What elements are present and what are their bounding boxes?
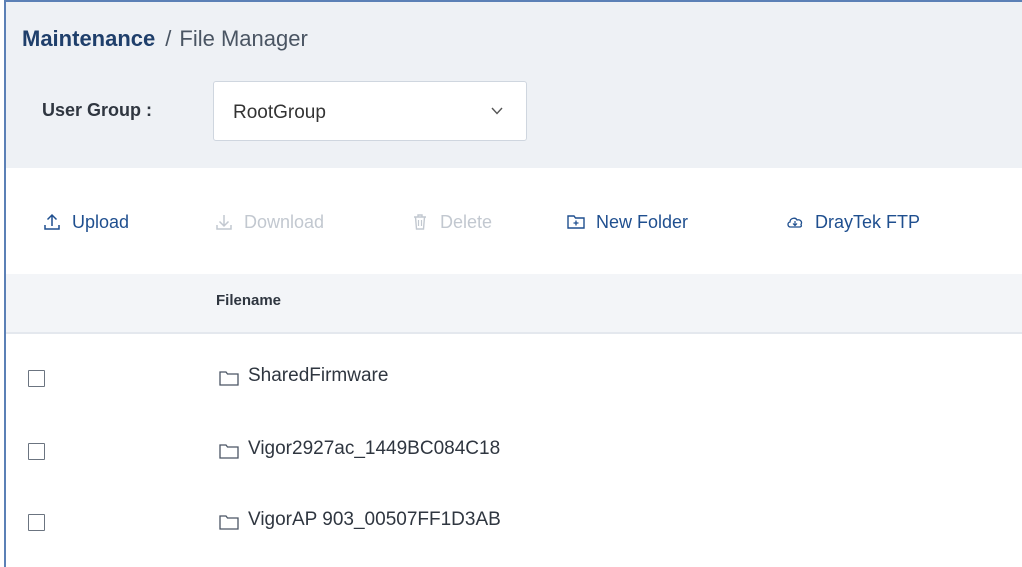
table-row[interactable]: Vigor2927ac_1449BC084C18 [6,421,1022,481]
delete-label: Delete [440,211,493,232]
download-button[interactable]: Download [214,202,324,242]
new-folder-button[interactable]: New Folder [566,202,688,242]
user-group-select[interactable]: RootGroup [213,81,527,141]
delete-button[interactable]: Delete [410,202,492,242]
file-toolbar: Upload Download Delete New Folder DrayTe… [6,202,1022,242]
row-filename[interactable]: Vigor2927ac_1449BC084C18 [248,438,500,460]
download-label: Download [244,211,325,232]
draytek-ftp-label: DrayTek FTP [815,211,921,232]
row-checkbox[interactable] [28,514,45,531]
folder-icon [219,371,239,386]
upload-icon [44,213,60,230]
upload-button[interactable]: Upload [42,202,129,242]
breadcrumb-root[interactable]: Maintenance [22,26,155,51]
row-checkbox[interactable] [28,370,45,387]
breadcrumb-current: File Manager [179,26,308,51]
row-filename[interactable]: VigorAP 903_00507FF1D3AB [248,509,501,531]
table-row[interactable]: VigorAP 903_00507FF1D3AB [6,492,1022,552]
cloud-download-icon [787,217,803,228]
breadcrumb-separator: / [165,26,172,51]
draytek-ftp-button[interactable]: DrayTek FTP [785,202,920,242]
table-header: Filename [6,274,1022,334]
user-group-value: RootGroup [233,102,326,123]
folder-icon [219,515,239,530]
row-filename[interactable]: SharedFirmware [248,365,388,387]
column-header-filename[interactable]: Filename [216,292,281,309]
upload-label: Upload [72,211,130,232]
page-header: Maintenance / File Manager User Group : Ro… [6,2,1022,168]
file-manager-panel: Maintenance / File Manager User Group : Ro… [4,0,1022,567]
chevron-down-icon [491,107,503,115]
download-icon [216,215,232,230]
row-checkbox[interactable] [28,443,45,460]
breadcrumb: Maintenance / File Manager [22,24,308,54]
new-folder-label: New Folder [596,211,689,232]
table-row[interactable]: SharedFirmware [6,348,1022,408]
trash-icon [414,214,426,230]
folder-icon [219,444,239,459]
new-folder-icon [567,215,585,229]
user-group-label: User Group : [42,100,153,120]
